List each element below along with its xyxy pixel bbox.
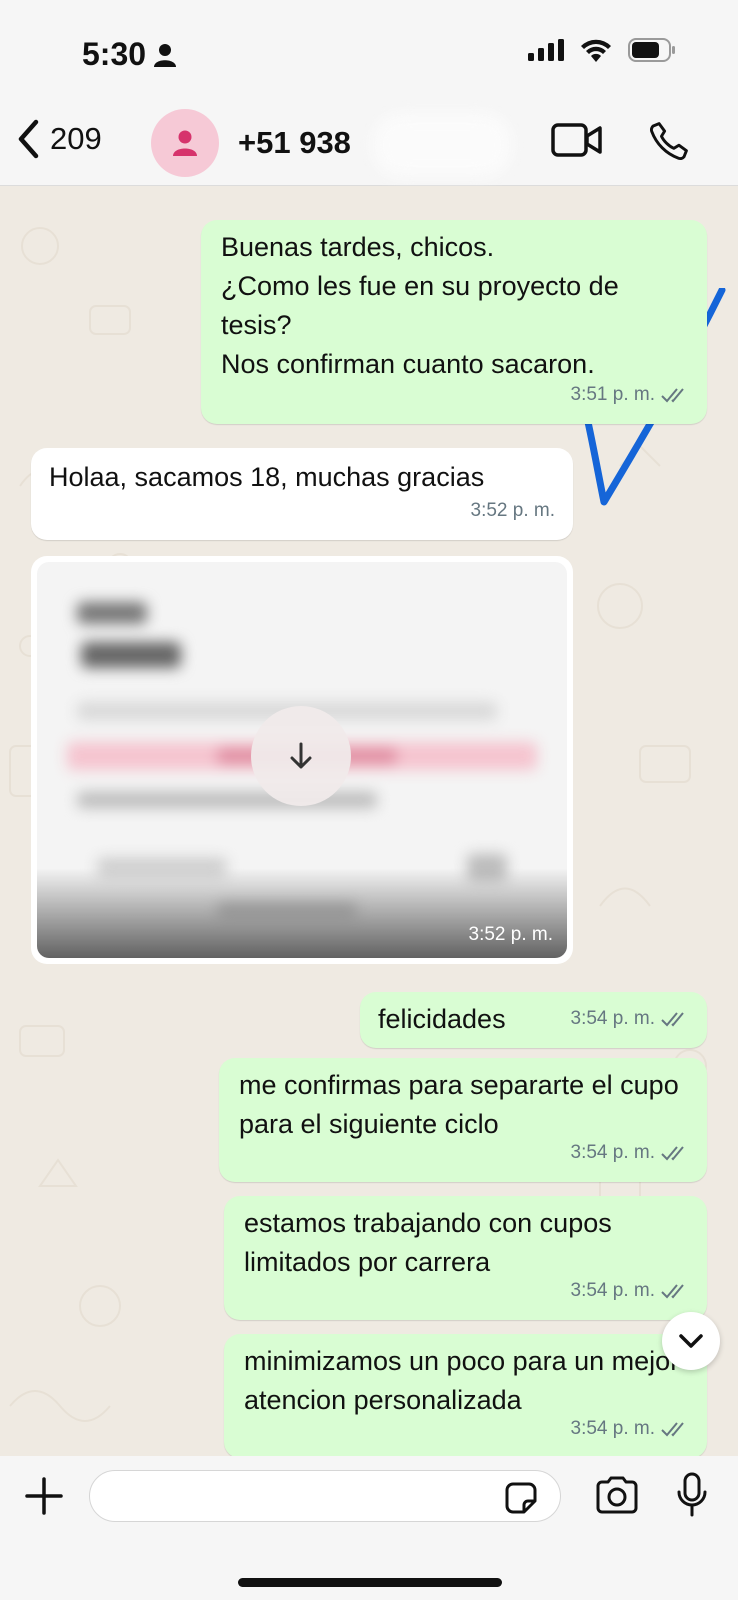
download-arrow-icon (290, 742, 312, 769)
chat-header: 209 +51 938 (0, 105, 738, 186)
message-time: 3:52 p. m. (470, 500, 556, 521)
message-bubble-outgoing[interactable]: estamos trabajando con cupos limitados p… (224, 1196, 707, 1320)
voice-call-button[interactable] (647, 119, 691, 168)
double-check-icon (661, 387, 684, 402)
attach-button[interactable] (24, 1476, 64, 1521)
home-indicator (238, 1578, 502, 1587)
download-button[interactable] (251, 706, 351, 806)
message-input[interactable] (89, 1470, 561, 1522)
sticker-button[interactable] (504, 1481, 538, 1520)
time-text: 5:30 (82, 36, 147, 72)
message-meta: 3:54 p. m. (571, 999, 690, 1038)
message-bubble-incoming[interactable]: Holaa, sacamos 18, muchas gracias 3:52 p… (31, 448, 573, 540)
message-bubble-outgoing[interactable]: me confirmas para separarte el cupo para… (219, 1058, 707, 1182)
scroll-to-bottom-button[interactable] (662, 1312, 720, 1370)
message-bubble-outgoing[interactable]: Buenas tardes, chicos. ¿Como les fue en … (201, 220, 707, 424)
sticker-icon (505, 1482, 537, 1514)
message-meta: 3:52 p. m. (471, 491, 556, 530)
message-text: Buenas tardes, chicos. ¿Como les fue en … (221, 232, 619, 379)
double-check-icon (661, 1283, 684, 1298)
message-input-bar (0, 1456, 738, 1600)
message-time: 3:54 p. m. (570, 1418, 656, 1439)
double-check-icon (661, 1421, 684, 1436)
person-icon (154, 43, 177, 67)
double-check-icon (661, 1145, 684, 1160)
status-bar: 5:30 (0, 0, 738, 105)
message-bubble-outgoing[interactable]: minimizamos un poco para un mejor atenci… (224, 1334, 707, 1456)
message-meta: 3:54 p. m. (571, 1409, 690, 1448)
unread-count: 209 (50, 121, 102, 156)
message-time: 3:54 p. m. (570, 1008, 656, 1029)
contact-name[interactable]: +51 938 (238, 125, 351, 161)
message-time: 3:51 p. m. (570, 384, 656, 405)
back-button[interactable]: 209 (16, 119, 102, 159)
wifi-icon (581, 39, 611, 62)
camera-icon (596, 1476, 638, 1514)
message-meta: 3:54 p. m. (571, 1271, 690, 1310)
camera-button[interactable] (594, 1476, 640, 1519)
signal-icon (528, 39, 564, 61)
status-time: 5:30 (82, 36, 177, 73)
phone-icon (649, 122, 688, 161)
status-icons (528, 38, 676, 62)
battery-icon (628, 38, 675, 62)
message-bubble-outgoing[interactable]: felicidades 3:54 p. m. (360, 992, 707, 1048)
microphone-icon (677, 1472, 707, 1517)
double-check-icon (661, 1011, 684, 1026)
message-meta: 3:51 p. m. (571, 375, 690, 414)
video-call-icon (551, 123, 602, 157)
chat-area[interactable]: Buenas tardes, chicos. ¿Como les fue en … (0, 186, 738, 1456)
image-preview[interactable]: 3:52 p. m. (37, 562, 567, 958)
back-chevron-icon (18, 119, 39, 159)
video-call-button[interactable] (551, 122, 603, 163)
plus-icon (25, 1477, 63, 1515)
redacted-number-blur (372, 113, 512, 177)
chevron-down-icon (679, 1334, 703, 1348)
message-meta: 3:54 p. m. (571, 1133, 690, 1172)
microphone-button[interactable] (675, 1472, 709, 1523)
message-time: 3:54 p. m. (570, 1280, 656, 1301)
avatar[interactable] (151, 109, 219, 177)
message-time: 3:52 p. m. (468, 924, 554, 945)
message-time: 3:54 p. m. (570, 1142, 656, 1163)
avatar-person-icon (173, 130, 197, 156)
image-message[interactable]: 3:52 p. m. (31, 556, 573, 964)
